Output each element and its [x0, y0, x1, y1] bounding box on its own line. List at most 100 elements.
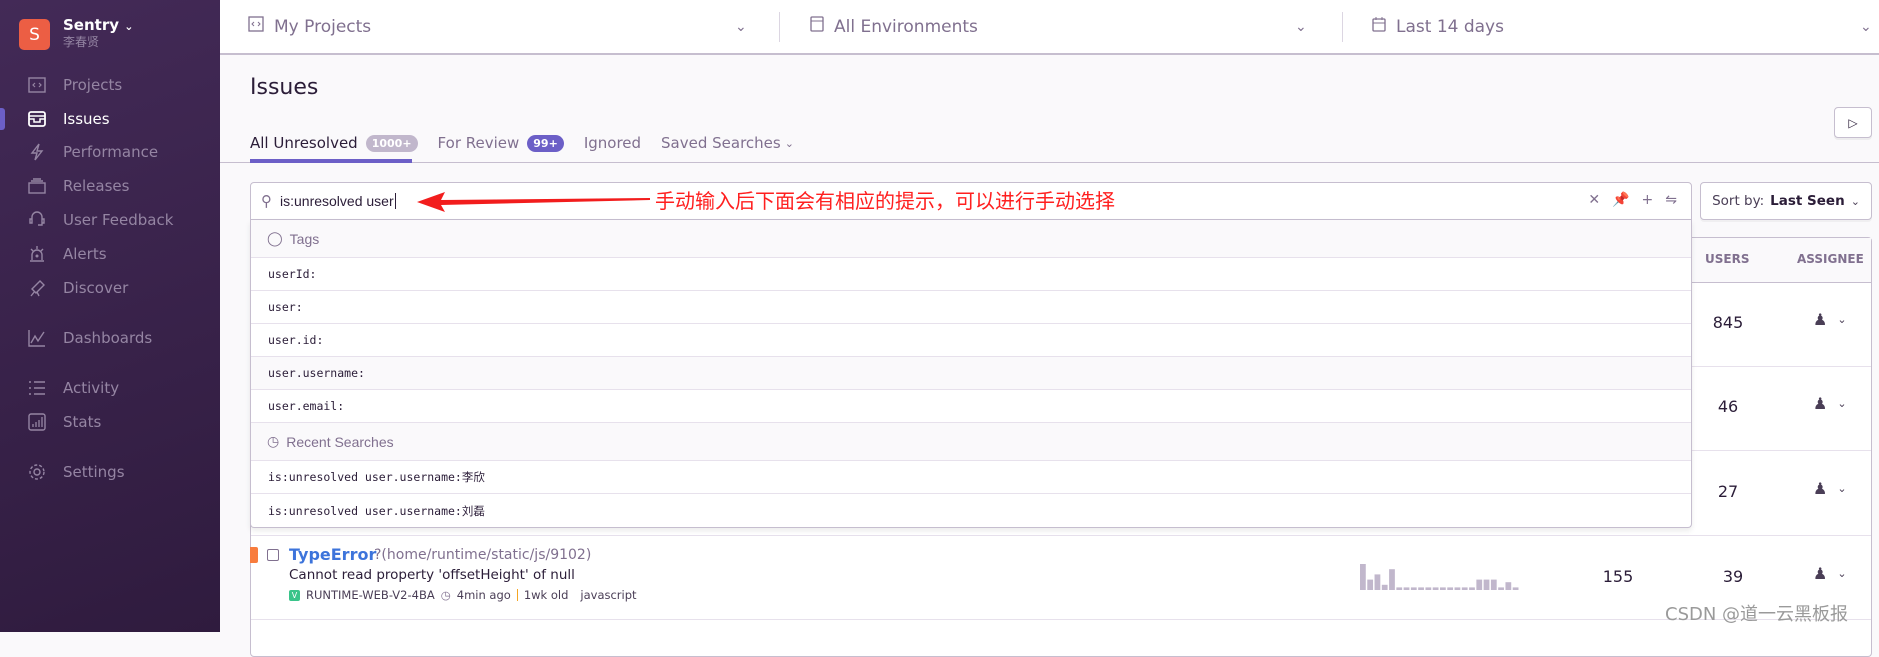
sparkline-bar: [1447, 587, 1454, 590]
project-selector[interactable]: My Projects ⌄: [248, 0, 758, 53]
telescope-icon: [27, 278, 47, 298]
divider: [251, 535, 1871, 536]
assignee-selector[interactable]: ♟ ⌄: [1813, 310, 1847, 329]
sparkline-bar: [1440, 587, 1446, 590]
assignee-selector[interactable]: ♟ ⌄: [1813, 394, 1847, 413]
sliders-icon[interactable]: ⇋: [1665, 192, 1677, 208]
chevron-down-icon: ⌄: [1837, 567, 1847, 580]
tab-ignored[interactable]: Ignored: [584, 128, 641, 158]
sidebar-item-label: Projects: [63, 76, 123, 94]
search-icon: ⚲: [261, 192, 272, 210]
chevron-down-icon: ⌄: [1860, 18, 1872, 35]
sidebar-item-label: Dashboards: [63, 329, 153, 347]
recent-search-item[interactable]: is:unresolved user.username:李欣: [251, 461, 1691, 494]
sidebar-item-user-feedback[interactable]: User Feedback: [0, 205, 220, 235]
suggestion-item[interactable]: user:: [251, 291, 1691, 324]
sparkline-bar: [1374, 574, 1381, 590]
issue-checkbox[interactable]: [267, 549, 279, 561]
sidebar-item-stats[interactable]: Stats: [0, 407, 220, 437]
issue-message: Cannot read property 'offsetHeight' of n…: [289, 567, 575, 583]
tab-for-review[interactable]: For Review 99+: [438, 128, 564, 158]
column-users[interactable]: USERS: [1705, 252, 1749, 266]
tab-label: For Review: [437, 134, 520, 152]
annotation-arrow: [417, 192, 650, 212]
users-count: 27: [1717, 482, 1739, 501]
siren-icon: [27, 244, 47, 264]
column-assignee[interactable]: ASSIGNEE: [1797, 252, 1864, 266]
search-input[interactable]: is:unresolved user: [280, 193, 396, 209]
suggestion-item[interactable]: user.id:: [251, 324, 1691, 357]
issue-title-link[interactable]: TypeError: [289, 545, 376, 564]
tab-all-unresolved[interactable]: All Unresolved 1000+: [250, 128, 418, 158]
sidebar-item-label: User Feedback: [63, 211, 174, 229]
window-icon: [810, 16, 824, 37]
chevron-down-icon: ⌄: [1837, 482, 1847, 495]
sparkline-bar: [1367, 579, 1374, 590]
sidebar-item-dashboards[interactable]: Dashboards: [0, 323, 220, 353]
sidebar-item-performance[interactable]: Performance: [0, 137, 220, 167]
package-icon: [27, 176, 47, 196]
users-count: 46: [1717, 397, 1739, 416]
events-count: 155: [1602, 567, 1634, 586]
folder-code-icon: [27, 75, 47, 95]
active-tab-indicator: [250, 159, 412, 163]
assignee-selector[interactable]: ♟ ⌄: [1813, 564, 1847, 583]
chevron-down-icon: ⌄: [1850, 194, 1860, 208]
environment-selector[interactable]: All Environments ⌄: [810, 0, 1320, 53]
divider: [220, 162, 1879, 163]
divider: [251, 619, 1871, 620]
sparkline-bar: [1476, 579, 1483, 590]
sparkline-bar: [1498, 587, 1504, 590]
sidebar-item-releases[interactable]: Releases: [0, 171, 220, 201]
org-switcher[interactable]: Sentry ⌄: [63, 16, 133, 34]
sparkline-bar: [1410, 587, 1417, 590]
group-label: Tags: [289, 230, 320, 247]
user-icon: ♟: [1813, 564, 1828, 583]
gear-icon: [27, 462, 47, 482]
sidebar-item-settings[interactable]: Settings: [0, 457, 220, 487]
user-icon: ♟: [1813, 394, 1828, 413]
sparkline-bar: [1425, 587, 1432, 590]
suggestion-item[interactable]: user.username:: [251, 357, 1691, 390]
clear-icon[interactable]: ✕: [1588, 192, 1600, 208]
sidebar-item-activity[interactable]: Activity: [0, 373, 220, 403]
tab-label: All Unresolved: [250, 134, 358, 152]
sort-dropdown[interactable]: Sort by: Last Seen ⌄: [1700, 182, 1872, 220]
project-badge-icon: V: [289, 589, 300, 601]
sidebar-item-discover[interactable]: Discover: [0, 273, 220, 303]
tab-label: Ignored: [583, 134, 642, 152]
tags-group-header: ◯ Tags: [251, 220, 1691, 258]
watermark: CSDN @道一云黑板报: [1665, 604, 1849, 625]
calendar-icon: [1372, 16, 1386, 37]
tab-saved-searches[interactable]: Saved Searches ⌄: [661, 128, 794, 158]
realtime-play-button[interactable]: ▷: [1834, 107, 1872, 138]
sort-label: Sort by:: [1712, 193, 1765, 209]
issue-tabs: All Unresolved 1000+ For Review 99+ Ignore…: [250, 128, 814, 158]
tab-label: Saved Searches: [661, 134, 781, 152]
bar-chart-icon: [27, 412, 47, 432]
date-range-selector[interactable]: Last 14 days ⌄: [1372, 0, 1872, 53]
user-icon: ♟: [1813, 479, 1828, 498]
sidebar-item-label: Activity: [63, 379, 120, 397]
clock-icon: ◷: [440, 588, 451, 602]
sparkline-bar: [1505, 582, 1512, 590]
pin-icon[interactable]: 📌: [1612, 192, 1629, 208]
suggestion-item[interactable]: user.email:: [251, 390, 1691, 423]
assignee-selector[interactable]: ♟ ⌄: [1813, 479, 1847, 498]
sidebar-item-projects[interactable]: Projects: [0, 70, 220, 100]
sparkline-bar: [1469, 587, 1475, 590]
suggestion-item[interactable]: userId:: [251, 258, 1691, 291]
plus-icon[interactable]: +: [1642, 192, 1654, 208]
event-sparkline: [1360, 564, 1519, 590]
short-id[interactable]: RUNTIME-WEB-V2-4BA: [306, 588, 435, 602]
recent-search-item[interactable]: is:unresolved user.username:刘磊: [251, 494, 1691, 527]
issue-meta: V RUNTIME-WEB-V2-4BA ◷ 4min ago 1wk old …: [289, 588, 637, 602]
inbox-icon: [27, 109, 47, 129]
user-icon: ♟: [1813, 310, 1828, 329]
sidebar-item-alerts[interactable]: Alerts: [0, 239, 220, 269]
sidebar-item-label: Discover: [63, 279, 129, 297]
sidebar-item-issues[interactable]: Issues: [0, 104, 220, 134]
recent-searches-header: ◷ Recent Searches: [251, 423, 1691, 461]
chevron-down-icon: ⌄: [1837, 313, 1847, 326]
org-avatar[interactable]: S: [19, 19, 50, 50]
